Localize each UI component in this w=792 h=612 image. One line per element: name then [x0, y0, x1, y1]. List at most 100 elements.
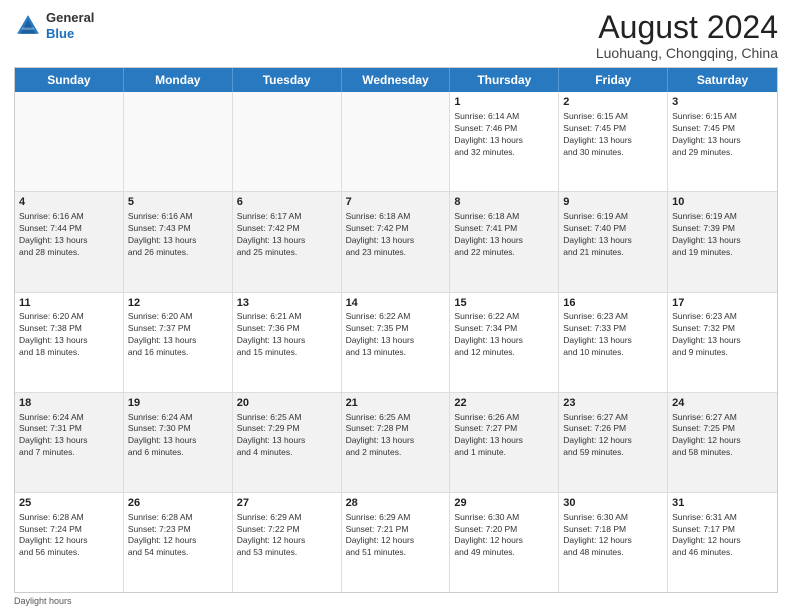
day-number-11: 11 [19, 296, 119, 311]
day-cell-15: 15Sunrise: 6:22 AM Sunset: 7:34 PM Dayli… [450, 293, 559, 392]
day-info-23: Sunrise: 6:27 AM Sunset: 7:26 PM Dayligh… [563, 412, 663, 460]
day-cell-26: 26Sunrise: 6:28 AM Sunset: 7:23 PM Dayli… [124, 493, 233, 592]
day-info-25: Sunrise: 6:28 AM Sunset: 7:24 PM Dayligh… [19, 512, 119, 560]
day-cell-5: 5Sunrise: 6:16 AM Sunset: 7:43 PM Daylig… [124, 192, 233, 291]
day-number-13: 13 [237, 296, 337, 311]
logo-icon [14, 12, 42, 40]
calendar-row-1: 1Sunrise: 6:14 AM Sunset: 7:46 PM Daylig… [15, 92, 777, 191]
day-info-18: Sunrise: 6:24 AM Sunset: 7:31 PM Dayligh… [19, 412, 119, 460]
day-number-16: 16 [563, 296, 663, 311]
day-cell-28: 28Sunrise: 6:29 AM Sunset: 7:21 PM Dayli… [342, 493, 451, 592]
day-info-12: Sunrise: 6:20 AM Sunset: 7:37 PM Dayligh… [128, 311, 228, 359]
calendar-body: 1Sunrise: 6:14 AM Sunset: 7:46 PM Daylig… [15, 92, 777, 592]
day-number-8: 8 [454, 195, 554, 210]
logo-text: General Blue [46, 10, 94, 41]
day-number-12: 12 [128, 296, 228, 311]
day-info-22: Sunrise: 6:26 AM Sunset: 7:27 PM Dayligh… [454, 412, 554, 460]
day-cell-31: 31Sunrise: 6:31 AM Sunset: 7:17 PM Dayli… [668, 493, 777, 592]
day-cell-13: 13Sunrise: 6:21 AM Sunset: 7:36 PM Dayli… [233, 293, 342, 392]
logo-blue: Blue [46, 26, 74, 41]
day-number-19: 19 [128, 396, 228, 411]
header: General Blue August 2024 Luohuang, Chong… [14, 10, 778, 61]
day-info-13: Sunrise: 6:21 AM Sunset: 7:36 PM Dayligh… [237, 311, 337, 359]
month-year-title: August 2024 [596, 10, 778, 45]
day-info-4: Sunrise: 6:16 AM Sunset: 7:44 PM Dayligh… [19, 211, 119, 259]
day-info-29: Sunrise: 6:30 AM Sunset: 7:20 PM Dayligh… [454, 512, 554, 560]
header-saturday: Saturday [668, 68, 777, 92]
calendar: Sunday Monday Tuesday Wednesday Thursday… [14, 67, 778, 593]
day-cell-24: 24Sunrise: 6:27 AM Sunset: 7:25 PM Dayli… [668, 393, 777, 492]
day-info-15: Sunrise: 6:22 AM Sunset: 7:34 PM Dayligh… [454, 311, 554, 359]
day-info-7: Sunrise: 6:18 AM Sunset: 7:42 PM Dayligh… [346, 211, 446, 259]
header-friday: Friday [559, 68, 668, 92]
day-cell-27: 27Sunrise: 6:29 AM Sunset: 7:22 PM Dayli… [233, 493, 342, 592]
logo: General Blue [14, 10, 94, 41]
day-number-31: 31 [672, 496, 773, 511]
day-info-6: Sunrise: 6:17 AM Sunset: 7:42 PM Dayligh… [237, 211, 337, 259]
day-info-3: Sunrise: 6:15 AM Sunset: 7:45 PM Dayligh… [672, 111, 773, 159]
day-cell-21: 21Sunrise: 6:25 AM Sunset: 7:28 PM Dayli… [342, 393, 451, 492]
day-number-7: 7 [346, 195, 446, 210]
day-info-19: Sunrise: 6:24 AM Sunset: 7:30 PM Dayligh… [128, 412, 228, 460]
empty-cell-0-0 [15, 92, 124, 191]
day-cell-17: 17Sunrise: 6:23 AM Sunset: 7:32 PM Dayli… [668, 293, 777, 392]
day-info-31: Sunrise: 6:31 AM Sunset: 7:17 PM Dayligh… [672, 512, 773, 560]
day-number-29: 29 [454, 496, 554, 511]
day-cell-9: 9Sunrise: 6:19 AM Sunset: 7:40 PM Daylig… [559, 192, 668, 291]
day-info-30: Sunrise: 6:30 AM Sunset: 7:18 PM Dayligh… [563, 512, 663, 560]
footer-note: Daylight hours [14, 596, 778, 606]
day-cell-2: 2Sunrise: 6:15 AM Sunset: 7:45 PM Daylig… [559, 92, 668, 191]
day-cell-3: 3Sunrise: 6:15 AM Sunset: 7:45 PM Daylig… [668, 92, 777, 191]
header-tuesday: Tuesday [233, 68, 342, 92]
day-number-6: 6 [237, 195, 337, 210]
day-number-14: 14 [346, 296, 446, 311]
header-sunday: Sunday [15, 68, 124, 92]
day-number-24: 24 [672, 396, 773, 411]
day-cell-1: 1Sunrise: 6:14 AM Sunset: 7:46 PM Daylig… [450, 92, 559, 191]
day-info-1: Sunrise: 6:14 AM Sunset: 7:46 PM Dayligh… [454, 111, 554, 159]
header-wednesday: Wednesday [342, 68, 451, 92]
day-info-21: Sunrise: 6:25 AM Sunset: 7:28 PM Dayligh… [346, 412, 446, 460]
day-info-16: Sunrise: 6:23 AM Sunset: 7:33 PM Dayligh… [563, 311, 663, 359]
empty-cell-0-1 [124, 92, 233, 191]
day-info-10: Sunrise: 6:19 AM Sunset: 7:39 PM Dayligh… [672, 211, 773, 259]
day-number-23: 23 [563, 396, 663, 411]
day-cell-25: 25Sunrise: 6:28 AM Sunset: 7:24 PM Dayli… [15, 493, 124, 592]
day-info-28: Sunrise: 6:29 AM Sunset: 7:21 PM Dayligh… [346, 512, 446, 560]
day-info-24: Sunrise: 6:27 AM Sunset: 7:25 PM Dayligh… [672, 412, 773, 460]
calendar-row-2: 4Sunrise: 6:16 AM Sunset: 7:44 PM Daylig… [15, 191, 777, 291]
day-cell-18: 18Sunrise: 6:24 AM Sunset: 7:31 PM Dayli… [15, 393, 124, 492]
day-info-2: Sunrise: 6:15 AM Sunset: 7:45 PM Dayligh… [563, 111, 663, 159]
header-monday: Monday [124, 68, 233, 92]
day-cell-4: 4Sunrise: 6:16 AM Sunset: 7:44 PM Daylig… [15, 192, 124, 291]
title-block: August 2024 Luohuang, Chongqing, China [596, 10, 778, 61]
day-number-21: 21 [346, 396, 446, 411]
day-cell-6: 6Sunrise: 6:17 AM Sunset: 7:42 PM Daylig… [233, 192, 342, 291]
day-cell-11: 11Sunrise: 6:20 AM Sunset: 7:38 PM Dayli… [15, 293, 124, 392]
day-info-5: Sunrise: 6:16 AM Sunset: 7:43 PM Dayligh… [128, 211, 228, 259]
day-number-9: 9 [563, 195, 663, 210]
calendar-header: Sunday Monday Tuesday Wednesday Thursday… [15, 68, 777, 92]
logo-general: General [46, 10, 94, 25]
day-cell-10: 10Sunrise: 6:19 AM Sunset: 7:39 PM Dayli… [668, 192, 777, 291]
day-number-4: 4 [19, 195, 119, 210]
day-info-14: Sunrise: 6:22 AM Sunset: 7:35 PM Dayligh… [346, 311, 446, 359]
day-cell-12: 12Sunrise: 6:20 AM Sunset: 7:37 PM Dayli… [124, 293, 233, 392]
day-cell-7: 7Sunrise: 6:18 AM Sunset: 7:42 PM Daylig… [342, 192, 451, 291]
day-number-28: 28 [346, 496, 446, 511]
calendar-row-3: 11Sunrise: 6:20 AM Sunset: 7:38 PM Dayli… [15, 292, 777, 392]
day-number-15: 15 [454, 296, 554, 311]
day-number-25: 25 [19, 496, 119, 511]
day-info-11: Sunrise: 6:20 AM Sunset: 7:38 PM Dayligh… [19, 311, 119, 359]
day-cell-30: 30Sunrise: 6:30 AM Sunset: 7:18 PM Dayli… [559, 493, 668, 592]
day-info-27: Sunrise: 6:29 AM Sunset: 7:22 PM Dayligh… [237, 512, 337, 560]
location-subtitle: Luohuang, Chongqing, China [596, 45, 778, 61]
calendar-row-4: 18Sunrise: 6:24 AM Sunset: 7:31 PM Dayli… [15, 392, 777, 492]
day-number-22: 22 [454, 396, 554, 411]
day-number-3: 3 [672, 95, 773, 110]
page: General Blue August 2024 Luohuang, Chong… [0, 0, 792, 612]
day-info-17: Sunrise: 6:23 AM Sunset: 7:32 PM Dayligh… [672, 311, 773, 359]
calendar-row-5: 25Sunrise: 6:28 AM Sunset: 7:24 PM Dayli… [15, 492, 777, 592]
day-cell-29: 29Sunrise: 6:30 AM Sunset: 7:20 PM Dayli… [450, 493, 559, 592]
day-number-1: 1 [454, 95, 554, 110]
